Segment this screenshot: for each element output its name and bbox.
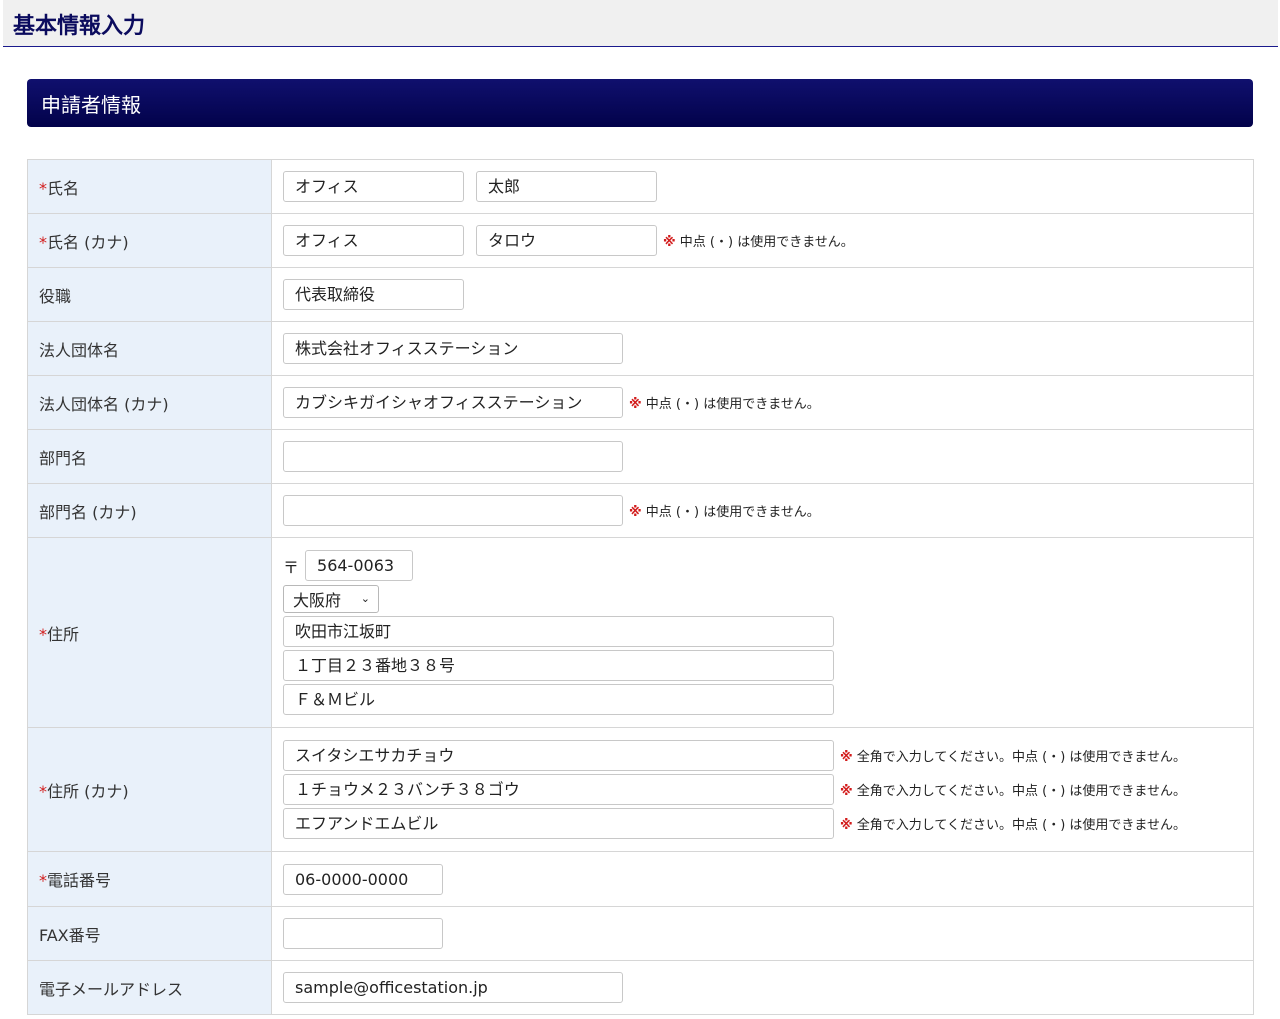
row-fax: FAX番号 <box>27 906 1254 961</box>
required-mark: * <box>39 781 47 801</box>
note-mark: ※ <box>840 784 853 799</box>
corp-name-input[interactable]: 株式会社オフィスステーション <box>283 333 623 364</box>
last-name-kana-input[interactable]: オフィス <box>283 225 464 256</box>
row-dept-kana: 部門名 (カナ) ※ 中点 (・) は使用できません。 <box>27 483 1254 538</box>
row-address-kana: *住所 (カナ) スイタシエサカチョウ ※ 全角で入力してください。中点 (・) … <box>27 727 1254 852</box>
label-address: *住所 <box>27 537 272 728</box>
address-line3-input[interactable]: Ｆ＆Ｍビル <box>283 684 834 715</box>
address-line2-input[interactable]: １丁目２３番地３８号 <box>283 650 834 681</box>
value-name-kana: オフィス タロウ ※ 中点 (・) は使用できません。 <box>271 213 1254 268</box>
label-name-text: 氏名 <box>47 178 80 198</box>
note-text: 全角で入力してください。中点 (・) は使用できません。 <box>856 818 1187 833</box>
tel-input[interactable]: 06-0000-0000 <box>283 863 443 895</box>
zip-input[interactable]: 564-0063 <box>305 550 414 581</box>
value-name: オフィス 太郎 <box>271 159 1254 214</box>
note-text: 全角で入力してください。中点 (・) は使用できません。 <box>856 750 1187 765</box>
note-mark: ※ <box>629 505 642 520</box>
note-text: 中点 (・) は使用できません。 <box>679 235 854 250</box>
label-corp-text: 法人団体名 <box>39 340 120 360</box>
address-kana-line2-input[interactable]: １チョウメ２３バンチ３８ゴウ <box>283 774 834 805</box>
address-line1-input[interactable]: 吹田市江坂町 <box>283 616 834 647</box>
address-kana-line1-input[interactable]: スイタシエサカチョウ <box>283 740 834 771</box>
row-tel: *電話番号 06-0000-0000 <box>27 851 1254 907</box>
fax-input[interactable] <box>283 918 443 949</box>
label-dept-text: 部門名 <box>39 448 88 468</box>
value-address-kana: スイタシエサカチョウ ※ 全角で入力してください。中点 (・) は使用できません。… <box>271 727 1254 852</box>
row-email: 電子メールアドレス sample@officestation.jp <box>27 960 1254 1015</box>
nakaten-note: ※ 中点 (・) は使用できません。 <box>629 397 820 412</box>
label-address-text: 住所 <box>47 624 80 644</box>
label-address-kana: *住所 (カナ) <box>27 727 272 852</box>
first-name-input[interactable]: 太郎 <box>476 171 657 202</box>
note-mark: ※ <box>629 397 642 412</box>
email-input[interactable]: sample@officestation.jp <box>283 972 623 1003</box>
required-mark: * <box>39 871 47 890</box>
last-name-input[interactable]: オフィス <box>283 171 464 202</box>
value-corp-kana: カブシキガイシャオフィスステーション ※ 中点 (・) は使用できません。 <box>271 375 1254 430</box>
required-mark: * <box>39 624 47 644</box>
zenkaku-note: ※ 全角で入力してください。中点 (・) は使用できません。 <box>840 814 1186 833</box>
label-address-kana-text: 住所 (カナ) <box>47 781 129 801</box>
note-mark: ※ <box>663 235 676 250</box>
note-text: 中点 (・) は使用できません。 <box>645 505 820 520</box>
page-title: 基本情報入力 <box>13 14 146 39</box>
note-text: 中点 (・) は使用できません。 <box>645 397 820 412</box>
label-tel: *電話番号 <box>27 851 272 907</box>
label-corp-kana: 法人団体名 (カナ) <box>27 375 272 430</box>
label-name-kana: *氏名 (カナ) <box>27 213 272 268</box>
label-fax-text: FAX番号 <box>39 925 101 945</box>
value-email: sample@officestation.jp <box>271 960 1254 1015</box>
value-title: 代表取締役 <box>271 267 1254 322</box>
zenkaku-note: ※ 全角で入力してください。中点 (・) は使用できません。 <box>840 780 1186 799</box>
section-title: 申請者情報 <box>41 93 141 117</box>
nakaten-note: ※ 中点 (・) は使用できません。 <box>663 235 854 250</box>
label-corp-kana-text: 法人団体名 (カナ) <box>39 394 169 414</box>
required-mark: * <box>39 178 47 198</box>
label-dept: 部門名 <box>27 429 272 484</box>
zenkaku-note: ※ 全角で入力してください。中点 (・) は使用できません。 <box>840 746 1186 765</box>
label-email-text: 電子メールアドレス <box>39 979 184 999</box>
note-text: 全角で入力してください。中点 (・) は使用できません。 <box>856 784 1187 799</box>
corp-name-kana-input[interactable]: カブシキガイシャオフィスステーション <box>283 387 623 418</box>
row-corp: 法人団体名 株式会社オフィスステーション <box>27 321 1254 376</box>
row-name: *氏名 オフィス 太郎 <box>27 159 1254 214</box>
address-kana-line3-input[interactable]: エフアンドエムビル <box>283 808 834 839</box>
note-mark: ※ <box>840 750 853 765</box>
value-tel: 06-0000-0000 <box>271 851 1254 907</box>
label-name-kana-text: 氏名 (カナ) <box>47 232 129 252</box>
row-name-kana: *氏名 (カナ) オフィス タロウ ※ 中点 (・) は使用できません。 <box>27 213 1254 268</box>
prefecture-value: 大阪府 <box>293 590 342 610</box>
dept-input[interactable] <box>283 441 623 472</box>
label-dept-kana: 部門名 (カナ) <box>27 483 272 538</box>
value-dept <box>271 429 1254 484</box>
applicant-form: *氏名 オフィス 太郎 *氏名 (カナ) オフィス タロウ ※ 中点 (・) は使用で… <box>27 159 1254 1015</box>
note-mark: ※ <box>840 818 853 833</box>
label-fax: FAX番号 <box>27 906 272 961</box>
value-corp: 株式会社オフィスステーション <box>271 321 1254 376</box>
row-address: *住所 〒 564-0063 大阪府 ⌄ 吹田市江坂町 １丁目２３番地３８号 Ｆ＆Ｍ… <box>27 537 1254 728</box>
label-name: *氏名 <box>27 159 272 214</box>
value-dept-kana: ※ 中点 (・) は使用できません。 <box>271 483 1254 538</box>
value-fax <box>271 906 1254 961</box>
first-name-kana-input[interactable]: タロウ <box>476 225 657 256</box>
row-corp-kana: 法人団体名 (カナ) カブシキガイシャオフィスステーション ※ 中点 (・) は使… <box>27 375 1254 430</box>
prefecture-select[interactable]: 大阪府 ⌄ <box>283 584 379 613</box>
title-input[interactable]: 代表取締役 <box>283 279 464 310</box>
row-title: 役職 代表取締役 <box>27 267 1254 322</box>
section-header: 申請者情報 <box>27 79 1253 127</box>
nakaten-note: ※ 中点 (・) は使用できません。 <box>629 505 820 520</box>
label-tel-text: 電話番号 <box>47 871 112 890</box>
postal-mark: 〒 <box>283 557 300 577</box>
label-title: 役職 <box>27 267 272 322</box>
value-address: 〒 564-0063 大阪府 ⌄ 吹田市江坂町 １丁目２３番地３８号 Ｆ＆Ｍビル <box>271 537 1254 728</box>
label-email: 電子メールアドレス <box>27 960 272 1015</box>
label-title-text: 役職 <box>39 286 72 306</box>
chevron-down-icon: ⌄ <box>360 592 370 605</box>
page-header: 基本情報入力 <box>3 0 1278 47</box>
label-dept-kana-text: 部門名 (カナ) <box>39 502 137 522</box>
label-corp: 法人団体名 <box>27 321 272 376</box>
row-dept: 部門名 <box>27 429 1254 484</box>
required-mark: * <box>39 232 47 252</box>
dept-kana-input[interactable] <box>283 495 623 526</box>
